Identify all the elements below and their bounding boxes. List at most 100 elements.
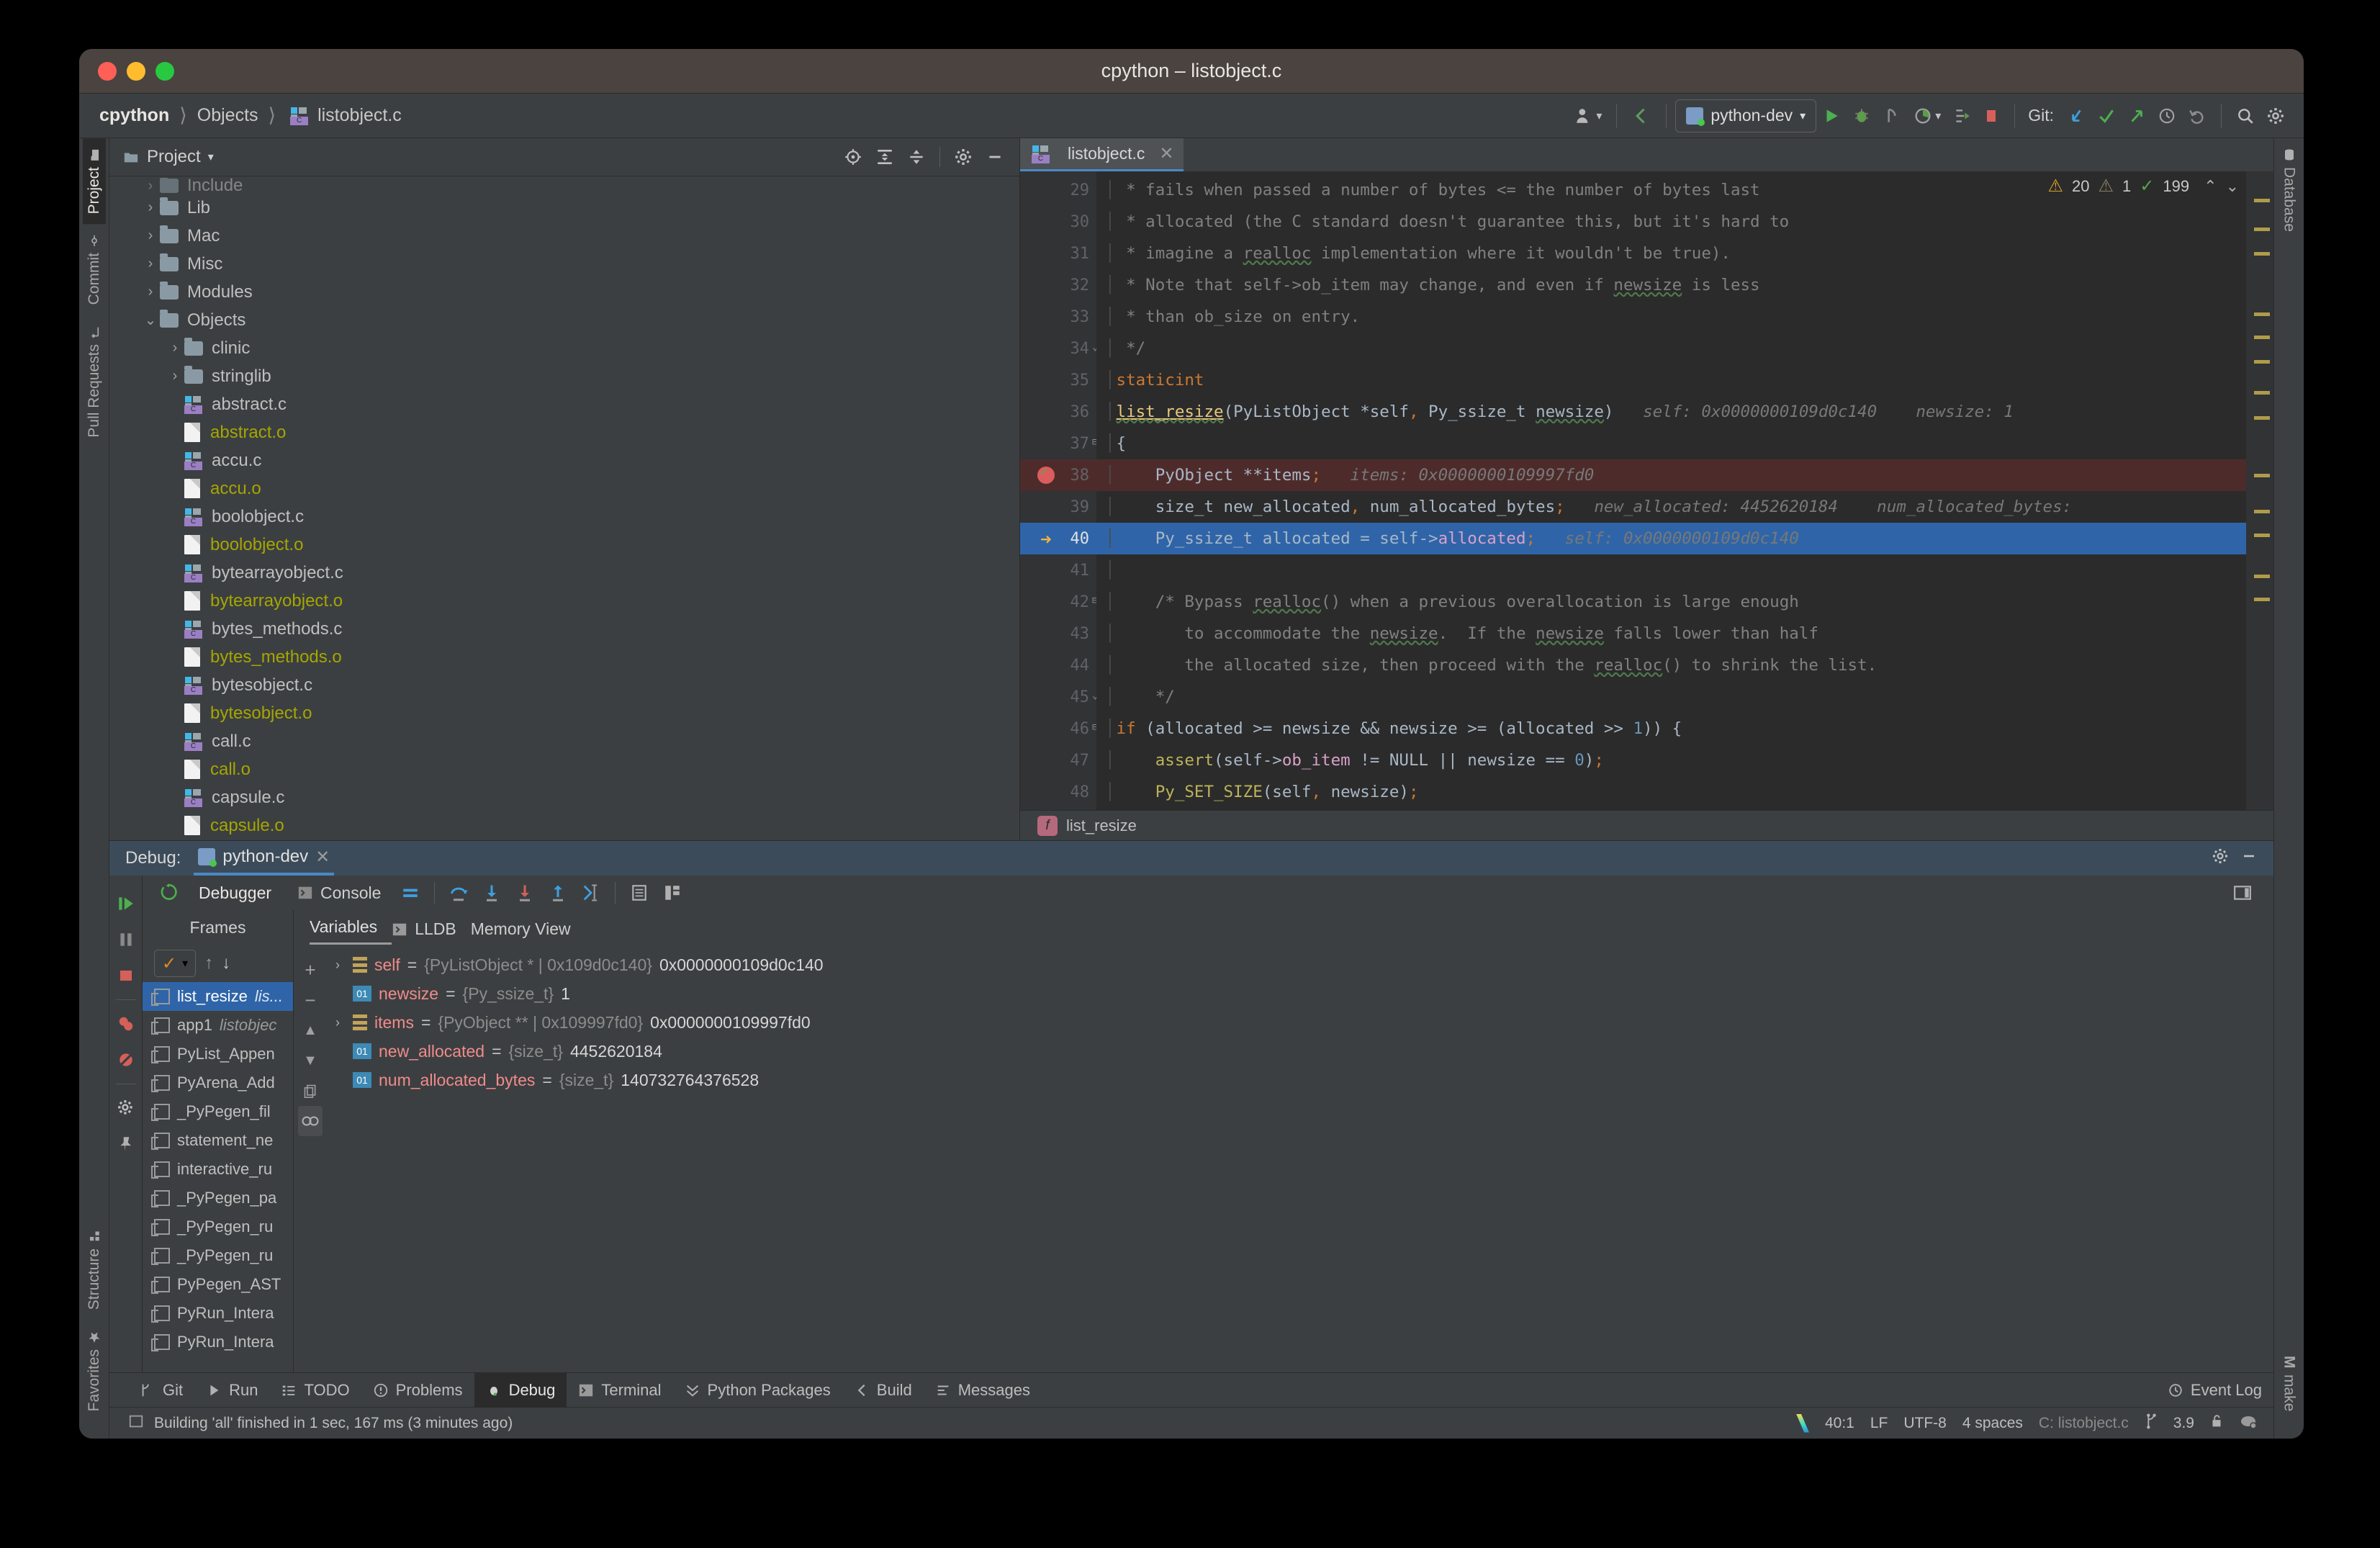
- add-watch-icon[interactable]: +: [305, 955, 315, 985]
- gutter-line[interactable]: 29: [1020, 174, 1096, 206]
- chevron-right-icon[interactable]: ›: [141, 178, 160, 194]
- debug-session-tab[interactable]: python-dev ✕: [194, 841, 335, 876]
- code-line[interactable]: │ */: [1096, 681, 2246, 713]
- tree-item[interactable]: abstract.o: [109, 418, 1019, 446]
- force-step-into-icon[interactable]: [508, 878, 541, 908]
- frame-item[interactable]: _PyPegen_fil: [143, 1097, 293, 1126]
- chevron-right-icon[interactable]: ›: [141, 284, 160, 300]
- marker-stripe[interactable]: [2254, 252, 2270, 256]
- tree-item[interactable]: Cbytesobject.c: [109, 671, 1019, 699]
- remove-watch-icon[interactable]: −: [305, 985, 315, 1015]
- gutter-line[interactable]: 45 ⌄: [1020, 681, 1099, 713]
- marker-stripe[interactable]: [2254, 416, 2270, 420]
- tab-lldb[interactable]: LLDB: [392, 919, 471, 945]
- frame-item[interactable]: _PyPegen_ru: [143, 1212, 293, 1241]
- frame-item[interactable]: statement_ne: [143, 1126, 293, 1155]
- gutter-line[interactable]: 35: [1020, 364, 1096, 396]
- tree-item[interactable]: Ccapsule.c: [109, 783, 1019, 811]
- gutter-line[interactable]: 36: [1020, 396, 1096, 428]
- code-line[interactable]: │ * imagine a realloc implementation whe…: [1096, 238, 2246, 269]
- run-icon[interactable]: [1816, 100, 1847, 132]
- tree-item[interactable]: call.o: [109, 755, 1019, 783]
- locate-icon[interactable]: [837, 143, 869, 171]
- breakpoint-icon[interactable]: [1037, 464, 1055, 484]
- layout-icon[interactable]: [394, 878, 427, 908]
- restore-layout-icon[interactable]: [153, 878, 186, 908]
- tool-window-button-python-packages[interactable]: Python Packages: [673, 1373, 842, 1408]
- event-log-button[interactable]: Event Log: [2156, 1373, 2273, 1408]
- back-arrow-icon[interactable]: [1626, 100, 1657, 132]
- lock-icon[interactable]: [2210, 1413, 2223, 1434]
- gutter-line[interactable]: 44: [1020, 649, 1096, 681]
- chevron-right-icon[interactable]: ›: [166, 340, 184, 356]
- frame-item[interactable]: _PyPegen_pa: [143, 1184, 293, 1212]
- collapse-all-icon[interactable]: [901, 143, 932, 171]
- view-breakpoints-icon[interactable]: [109, 1006, 143, 1042]
- code-line[interactable]: │ PyObject **items; items: 0x00000001099…: [1096, 459, 2246, 491]
- watch-icon[interactable]: [298, 1106, 323, 1136]
- settings-icon[interactable]: [109, 1090, 143, 1126]
- marker-stripe[interactable]: [2254, 228, 2270, 231]
- variable-row[interactable]: 01 num_allocated_bytes = {size_t} 1407327…: [327, 1066, 2242, 1094]
- tool-window-button-build[interactable]: Build: [842, 1373, 924, 1408]
- chevron-right-icon[interactable]: ›: [141, 256, 160, 272]
- marker-stripe[interactable]: [2254, 510, 2270, 513]
- search-everywhere-icon[interactable]: [2230, 100, 2260, 132]
- resume-icon[interactable]: [109, 886, 143, 922]
- chevron-right-icon[interactable]: ›: [166, 368, 184, 384]
- gutter-line[interactable]: 47: [1020, 744, 1096, 776]
- hide-panel-icon[interactable]: [2240, 847, 2258, 870]
- tree-item[interactable]: › stringlib: [109, 362, 1019, 390]
- tree-item[interactable]: › Modules: [109, 278, 1019, 306]
- code-line[interactable]: │ * than ob_size on entry.: [1096, 301, 2246, 333]
- frame-item[interactable]: PyRun_Intera: [143, 1299, 293, 1328]
- tree-item[interactable]: Caccu.c: [109, 446, 1019, 474]
- sidebar-item-project[interactable]: Project: [82, 138, 106, 225]
- editor-gutter[interactable]: 293031323334⌄353637⊟383940➜4142⊟434445⌄4…: [1020, 171, 1099, 810]
- next-problem-icon[interactable]: ⌄: [2226, 177, 2239, 196]
- code-line[interactable]: │ static int: [1096, 364, 2246, 396]
- gear-icon[interactable]: [947, 143, 979, 171]
- gutter-line[interactable]: 34 ⌄: [1020, 333, 1099, 364]
- frame-down-icon[interactable]: ↓: [222, 953, 230, 973]
- stop-icon[interactable]: [1977, 100, 2006, 132]
- chevron-down-icon[interactable]: ⌄: [141, 311, 160, 329]
- code-line[interactable]: │: [1096, 554, 2246, 586]
- sidebar-item-make[interactable]: M make: [2278, 1346, 2301, 1421]
- code-line[interactable]: │ /* Bypass realloc() when a previous ov…: [1096, 586, 2246, 618]
- tree-item[interactable]: bytesobject.o: [109, 699, 1019, 727]
- marker-stripe[interactable]: [2254, 336, 2270, 339]
- code-line[interactable]: │ if (allocated >= newsize && newsize >= …: [1096, 713, 2246, 744]
- cloud-icon[interactable]: [2239, 1413, 2258, 1434]
- gutter-line[interactable]: 37 ⊟: [1020, 428, 1099, 459]
- frame-item[interactable]: app1 listobjec: [143, 1011, 293, 1040]
- breadcrumb-folder[interactable]: Objects: [197, 105, 258, 126]
- marker-stripe[interactable]: [2254, 474, 2270, 477]
- debug-icon[interactable]: [1847, 100, 1877, 132]
- chevron-right-icon[interactable]: ›: [141, 199, 160, 216]
- run-to-cursor-icon[interactable]: [574, 878, 608, 908]
- tab-debugger[interactable]: Debugger: [186, 883, 284, 903]
- tree-item[interactable]: bytes_methods.o: [109, 643, 1019, 671]
- memory-view-icon[interactable]: [656, 878, 689, 908]
- tree-item[interactable]: › Include: [109, 178, 1019, 194]
- tab-listobject-c[interactable]: C listobject.c ✕: [1020, 138, 1184, 171]
- move-down-icon[interactable]: ▼: [303, 1045, 317, 1076]
- code-line[interactable]: │ the allocated size, then proceed with …: [1096, 649, 2246, 681]
- marker-stripe[interactable]: [2254, 598, 2270, 601]
- tab-console[interactable]: Console: [284, 883, 394, 903]
- close-icon[interactable]: ✕: [315, 847, 330, 868]
- history-icon[interactable]: [2152, 100, 2182, 132]
- gutter-line[interactable]: 42 ⊟: [1020, 586, 1099, 618]
- code-line[interactable]: │ assert (self-> ob_item != NULL || newsiz…: [1096, 744, 2246, 776]
- expand-all-icon[interactable]: [869, 143, 901, 171]
- git-update-icon[interactable]: [2061, 100, 2091, 132]
- tab-memory-view[interactable]: Memory View: [471, 919, 585, 945]
- marker-stripe[interactable]: [2254, 534, 2270, 537]
- project-file-tree[interactable]: › Include › Lib › Mac › Misc › Modules ⌄ Objects › cl…: [109, 176, 1019, 840]
- code-line[interactable]: │ to accommodate the newsize. If the new…: [1096, 618, 2246, 649]
- frame-item[interactable]: list_resize lis...: [143, 982, 293, 1011]
- editor-code[interactable]: │ * fails when passed a number of bytes …: [1096, 171, 2246, 810]
- tree-item[interactable]: ⌄ Objects: [109, 306, 1019, 334]
- tree-item[interactable]: › Mac: [109, 222, 1019, 250]
